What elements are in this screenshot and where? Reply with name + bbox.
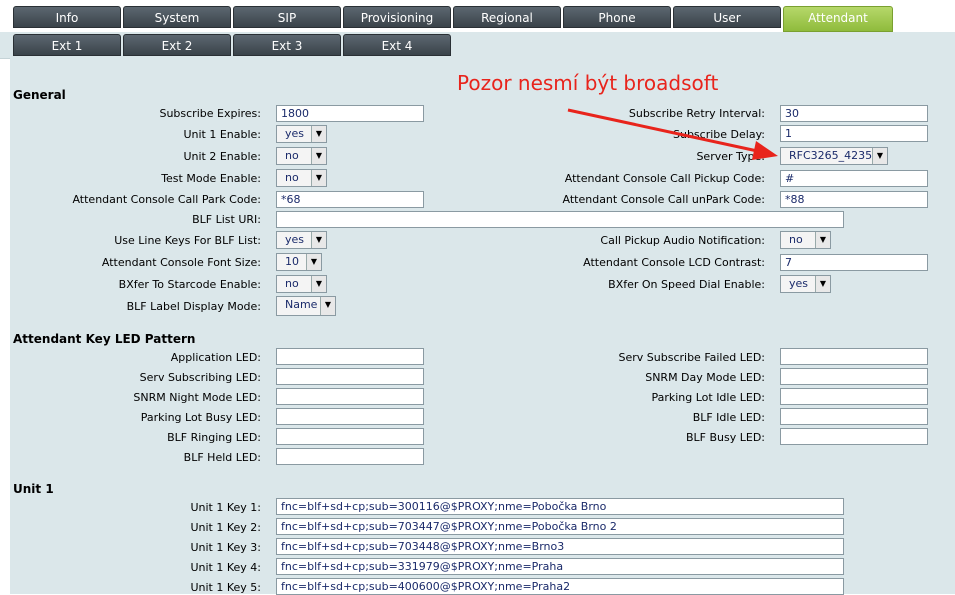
annotation-arrow-icon [567, 108, 778, 160]
